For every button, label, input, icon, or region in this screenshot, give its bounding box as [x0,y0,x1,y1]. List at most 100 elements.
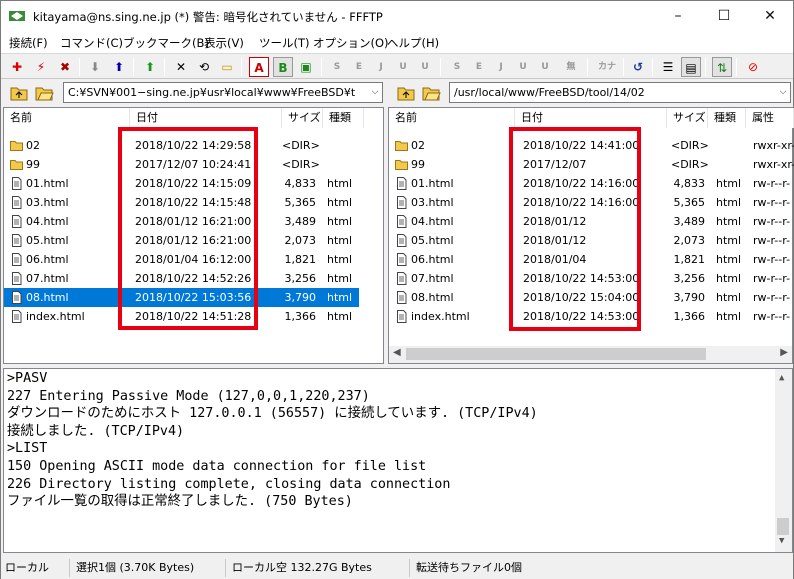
local-open-folder-icon[interactable] [34,84,54,102]
file-name: 07.html [411,272,454,285]
euc-button[interactable]: E [349,57,369,77]
list-view-icon[interactable]: ☰ [658,57,678,77]
new-folder-icon[interactable]: ▭ [217,57,237,77]
menu-view[interactable]: 表示(V) [204,35,244,51]
abort-icon[interactable]: ⊘ [743,57,763,77]
file-type: html [327,310,353,323]
remote-euc-button[interactable]: E [469,57,489,77]
remote-column-date[interactable]: 日付 [515,108,667,128]
file-size: 1,821 [673,253,706,266]
binary-mode-button[interactable]: B [273,57,293,77]
scroll-up-icon[interactable]: ▲ [779,370,784,388]
file-attributes: rw-r--r- [753,215,791,228]
file-name: 02 [411,139,425,152]
file-icon [12,310,22,323]
upload-icon[interactable]: ⬆ [109,57,129,77]
menu-help[interactable]: ヘルプ(H) [387,35,439,51]
remote-sjis-button[interactable]: S [447,57,467,77]
no-conversion-button[interactable]: 無 [561,57,581,77]
file-name: 05.html [411,234,454,247]
jis-button[interactable]: J [371,57,391,77]
utf8n-button[interactable]: U [415,57,435,77]
remote-column-size[interactable]: サイズ [667,108,708,128]
date-highlight-box [118,127,258,330]
file-attributes: rw-r--r- [753,234,791,247]
remote-column-name[interactable]: 名前 [389,108,515,128]
remote-parent-folder-icon[interactable] [396,84,416,102]
menu-tools[interactable]: ツール(T) [259,35,310,51]
remote-utf8n-button[interactable]: U [535,57,555,77]
toolbar-separator [736,58,737,76]
maximize-button[interactable]: ☐ [701,1,747,31]
menu-connect[interactable]: 接続(F) [9,35,48,51]
file-size: 3,790 [284,291,317,304]
delete-icon[interactable]: ✕ [171,57,191,77]
download-icon[interactable]: ⬇ [85,57,105,77]
folder-icon [395,141,408,151]
local-path-dropdown[interactable]: C:¥SVN¥001−sing.ne.jp¥usr¥local¥www¥Free… [63,82,383,103]
scroll-down-icon[interactable]: ▼ [779,533,784,551]
remote-jis-button[interactable]: J [491,57,511,77]
log-vertical-scrollbar[interactable]: ▲ ▼ [775,369,792,552]
ffftp-app-icon [9,11,25,21]
local-path-text: C:¥SVN¥001−sing.ne.jp¥usr¥local¥www¥Free… [68,86,356,99]
sjis-button[interactable]: S [327,57,347,77]
log-lines: >PASV 227 Entering Passive Mode (127,0,0,… [7,370,789,511]
mirror-upload-icon[interactable]: ⬆ [140,57,160,77]
detail-view-icon[interactable]: ▤ [681,57,701,77]
file-name: 99 [26,158,40,171]
minimize-button[interactable]: – [655,1,701,31]
kana-button[interactable]: カナ [595,57,619,77]
close-button[interactable]: ✕ [747,1,793,31]
local-file-list[interactable]: 名前 日付 サイズ 種類 02 2018/10/22 14:29:58 <DIR> 9… [3,107,384,364]
remote-column-type[interactable]: 種類 [708,108,746,128]
utf8-button[interactable]: U [393,57,413,77]
scroll-right-icon[interactable]: ▶ [780,347,788,358]
connect-icon[interactable]: ✚ [7,57,27,77]
local-column-type[interactable]: 種類 [323,108,364,128]
chevron-down-icon[interactable]: ⌵ [776,83,790,102]
chevron-down-icon[interactable]: ⌵ [368,83,382,102]
file-size: 4,833 [673,177,706,190]
folder-icon [10,160,23,170]
sync-browse-icon[interactable]: ⇅ [712,57,732,77]
local-column-name[interactable]: 名前 [4,108,130,128]
file-type: html [327,272,353,285]
menu-options[interactable]: オプション(O) [313,35,389,51]
scroll-left-icon[interactable]: ◀ [393,347,401,358]
toolbar-separator [321,58,322,76]
file-icon [397,215,407,228]
file-size: <DIR> [282,158,320,171]
menu-bookmark[interactable]: ブックマーク(B) [123,35,209,51]
refresh-icon[interactable]: ↺ [628,57,648,77]
rename-icon[interactable]: ⟲ [194,57,214,77]
folder-icon [395,160,408,170]
remote-open-folder-icon[interactable] [421,84,441,102]
file-type: html [327,253,353,266]
remote-utf8-button[interactable]: U [513,57,533,77]
quick-connect-icon[interactable]: ⚡ [31,57,51,77]
remote-file-list[interactable]: 名前 日付 サイズ 種類 属性 02 2018/10/22 14:41:00 <DI… [388,107,794,364]
local-parent-folder-icon[interactable] [9,84,29,102]
remote-column-attributes[interactable]: 属性 [746,108,794,128]
file-icon [12,253,22,266]
status-selection: 選択1個 (3.70K Bytes) [69,559,194,577]
file-size: 1,821 [284,253,317,266]
folder-icon [10,141,23,151]
file-type: html [716,253,742,266]
remote-horizontal-scrollbar[interactable]: ◀ ▶ [389,346,792,363]
local-column-size[interactable]: サイズ [282,108,323,128]
file-size: 2,073 [673,234,706,247]
status-queue: 転送待ちファイル0個 [409,559,522,577]
file-size: 5,365 [673,196,706,209]
remote-path-dropdown[interactable]: /usr/local/www/FreeBSD/tool/14/02 ⌵ [449,82,791,103]
file-icon [397,310,407,323]
disconnect-icon[interactable]: ✖ [55,57,75,77]
local-column-date[interactable]: 日付 [130,108,282,128]
ascii-mode-button[interactable]: A [249,57,269,77]
menu-command[interactable]: コマンド(C) [60,35,123,51]
scrollbar-thumb[interactable] [406,348,706,360]
file-size: 3,790 [673,291,706,304]
file-icon [397,253,407,266]
auto-mode-icon[interactable]: ▣ [296,57,316,77]
